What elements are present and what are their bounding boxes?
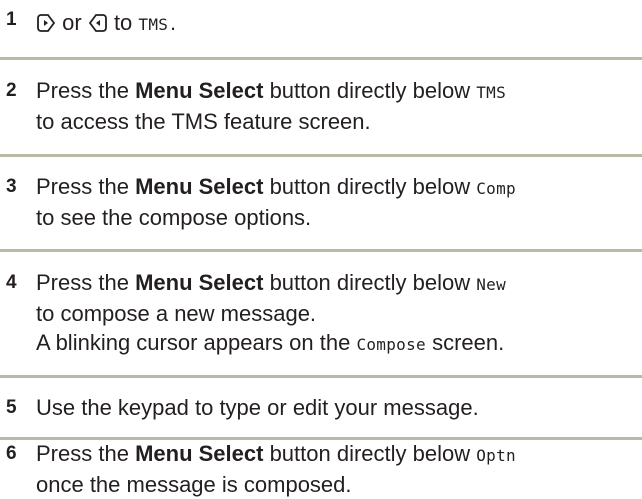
text: button directly below [269,441,471,466]
step-line: Press the Menu Select button directly be… [36,76,642,107]
step-line: to see the compose options. [36,205,312,230]
text: button directly below [269,78,471,103]
text: screen. [432,330,505,355]
step-number: 4 [6,272,17,293]
procedure-steps: 1 or to TMS. 2 Press the Menu Select but… [0,0,642,497]
to-text: to [113,10,133,35]
step-text: Use the keypad to type or edit your mess… [36,395,479,420]
step-line: A blinking cursor appears on the Compose… [36,328,642,359]
text: button directly below [269,270,471,295]
nav-left-icon [88,11,108,40]
button-name: Menu Select [135,270,264,295]
step-text: Press the Menu Select button directly be… [36,439,642,499]
divider [0,249,642,252]
step-line: once the message is composed. [36,472,352,497]
step-line: Press the Menu Select button directly be… [36,439,642,470]
lcd-label: Compose [356,335,426,354]
text: A blinking cursor appears on the [36,330,351,355]
text: Press the [36,441,129,466]
step-line: Press the Menu Select button directly be… [36,172,642,203]
divider [0,154,642,157]
button-name: Menu Select [135,441,264,466]
step-number: 3 [6,176,17,197]
button-name: Menu Select [135,174,264,199]
text: Press the [36,270,129,295]
step-text: or to TMS. [36,8,642,40]
step-text: Press the Menu Select button directly be… [36,268,642,359]
button-name: Menu Select [135,78,264,103]
step-text: Press the Menu Select button directly be… [36,172,642,232]
lcd-label: New [476,275,507,294]
step-line: Press the Menu Select button directly be… [36,268,642,299]
step-line: to access the TMS feature screen. [36,109,371,134]
text: Press the [36,78,129,103]
nav-right-icon [36,11,56,40]
lcd-label: TMS. [138,15,179,34]
or-text: or [62,10,82,35]
step-line: to compose a new message. [36,301,317,326]
lcd-label: Optn [476,446,516,465]
text: Press the [36,174,129,199]
step-number: 5 [6,397,17,418]
divider [0,375,642,378]
step-number: 1 [6,9,17,30]
divider [0,57,642,60]
step-number: 6 [6,443,17,464]
step-text: Press the Menu Select button directly be… [36,76,642,136]
lcd-label: TMS [476,83,507,102]
step-number: 2 [6,80,17,101]
lcd-label: Comp [476,179,516,198]
text: button directly below [269,174,471,199]
